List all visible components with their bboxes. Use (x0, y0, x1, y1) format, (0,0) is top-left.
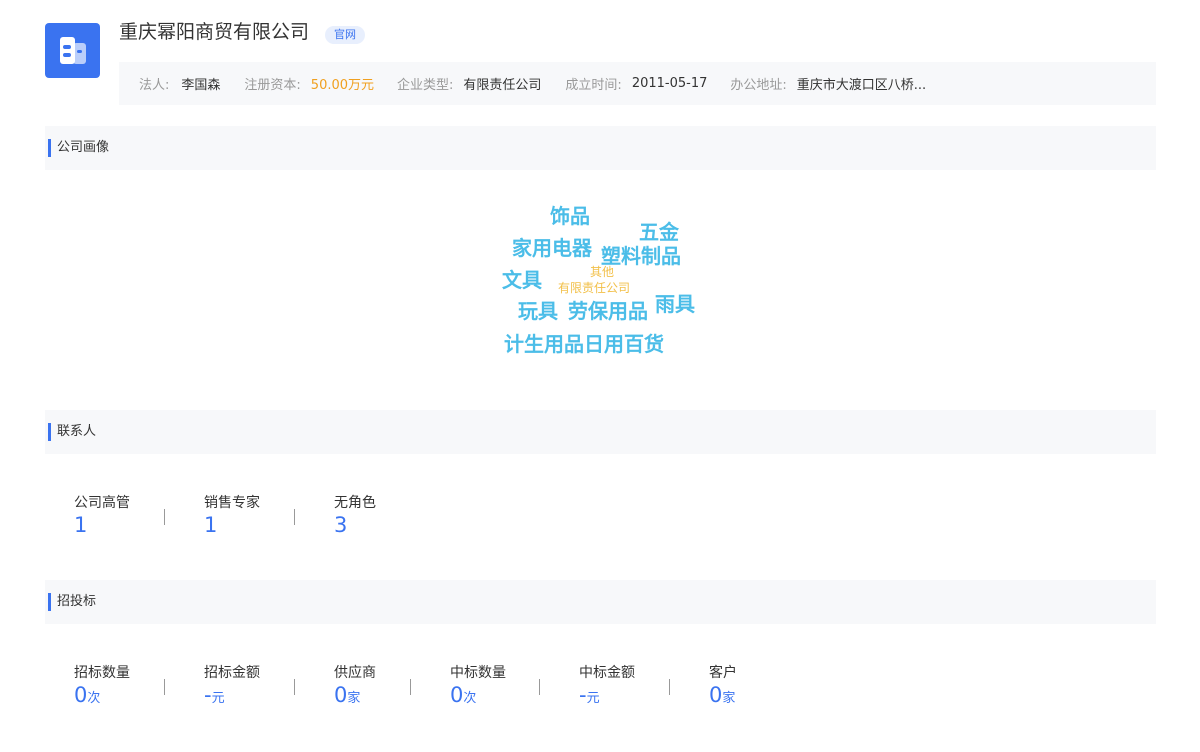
info-company-type: 企业类型: 有限责任公司 (397, 74, 541, 93)
section-title: 联系人 (57, 424, 97, 439)
stat-value: 0次 (450, 682, 506, 712)
cloud-word: 其他 (590, 265, 615, 279)
stat-value: -元 (579, 682, 635, 712)
info-value[interactable]: 重庆市大渡口区八桥... (797, 74, 926, 93)
info-key: 企业类型: (397, 78, 454, 93)
divider (294, 509, 295, 525)
stat-number: 0 (334, 683, 348, 707)
section-title: 招投标 (57, 594, 97, 609)
stat-label: 公司高管 (74, 495, 130, 511)
divider (669, 679, 670, 695)
stat-value: 3 (334, 513, 348, 537)
company-name[interactable]: 重庆幂阳商贸有限公司 (119, 18, 309, 46)
info-key: 办公地址: (730, 78, 787, 93)
stat-label: 招标数量 (74, 665, 130, 681)
section-title: 公司画像 (57, 140, 110, 155)
section-bidding: 招投标 (45, 580, 1156, 624)
cloud-word: 家用电器 (512, 236, 592, 260)
stat-number: 0 (74, 683, 88, 707)
company-logo (45, 23, 100, 78)
cloud-word: 饰品 (550, 204, 590, 228)
stat-customers[interactable]: 客户 0家 (709, 662, 737, 712)
stat-value: 1 (74, 513, 88, 537)
building-icon (60, 37, 86, 64)
divider (164, 509, 165, 525)
info-legal-person: 法人: 李国森 (139, 74, 220, 93)
cloud-word: 雨具 (655, 292, 695, 316)
section-company-portrait: 公司画像 (45, 126, 1156, 170)
cloud-word: 文具 (502, 268, 542, 292)
info-founded-date: 成立时间: 2011-05-17 (565, 74, 707, 93)
stat-value: 0家 (334, 682, 376, 712)
divider (539, 679, 540, 695)
stat-label: 中标数量 (450, 665, 506, 681)
stat-label: 无角色 (334, 495, 376, 511)
stat-unit: 次 (87, 691, 101, 706)
stat-number: 0 (709, 683, 723, 707)
stat-unit: 次 (463, 691, 477, 706)
stat-value: 0次 (74, 682, 130, 712)
stat-label: 客户 (709, 665, 737, 681)
cloud-word: 计生用品日用百货 (504, 332, 664, 356)
stat-label: 招标金额 (204, 665, 260, 681)
cloud-word: 劳保用品 (568, 299, 648, 323)
stat-tender-amount[interactable]: 招标金额 -元 (204, 662, 260, 712)
section-accent-bar (48, 593, 51, 611)
section-accent-bar (48, 139, 51, 157)
info-value: 李国森 (181, 78, 221, 93)
stat-unit: 元 (211, 691, 225, 706)
cloud-word: 有限责任公司 (558, 281, 631, 295)
info-office-address: 办公地址: 重庆市大渡口区八桥... (730, 74, 926, 93)
info-value: 2011-05-17 (631, 76, 708, 91)
stat-number: - (204, 683, 212, 707)
info-key: 成立时间: (565, 78, 622, 93)
stat-label: 供应商 (334, 665, 376, 681)
official-site-badge[interactable]: 官网 (325, 26, 365, 44)
info-key: 法人: (139, 78, 170, 93)
stat-tender-count[interactable]: 招标数量 0次 (74, 662, 130, 712)
info-registered-capital: 注册资本: 50.00万元 (244, 74, 374, 93)
stat-suppliers[interactable]: 供应商 0家 (334, 662, 376, 712)
stat-value: 1 (204, 513, 218, 537)
stat-unit: 家 (722, 691, 736, 706)
company-info-bar: 法人: 李国森 注册资本: 50.00万元 企业类型: 有限责任公司 成立时间:… (119, 62, 1156, 105)
stat-label: 中标金额 (579, 665, 635, 681)
stat-number: - (579, 683, 587, 707)
section-accent-bar (48, 423, 51, 441)
stat-win-amount[interactable]: 中标金额 -元 (579, 662, 635, 712)
stat-value: -元 (204, 682, 260, 712)
cloud-word: 玩具 (518, 299, 558, 323)
stat-sales-experts[interactable]: 销售专家 1 (204, 492, 260, 538)
info-value: 50.00万元 (310, 78, 375, 93)
stat-label: 销售专家 (204, 495, 260, 511)
info-key: 注册资本: (244, 78, 301, 93)
stat-value: 0家 (709, 682, 737, 712)
section-contacts: 联系人 (45, 410, 1156, 454)
divider (410, 679, 411, 695)
word-cloud: 饰品 五金 家用电器 塑料制品 文具 其他 有限责任公司 玩具 劳保用品 雨具 … (480, 190, 720, 370)
stat-unit: 元 (586, 691, 600, 706)
stat-unit: 家 (347, 691, 361, 706)
stat-win-count[interactable]: 中标数量 0次 (450, 662, 506, 712)
info-value: 有限责任公司 (463, 78, 542, 93)
divider (164, 679, 165, 695)
stat-number: 0 (450, 683, 464, 707)
divider (294, 679, 295, 695)
stat-executives[interactable]: 公司高管 1 (74, 492, 130, 538)
stat-no-role[interactable]: 无角色 3 (334, 492, 376, 538)
